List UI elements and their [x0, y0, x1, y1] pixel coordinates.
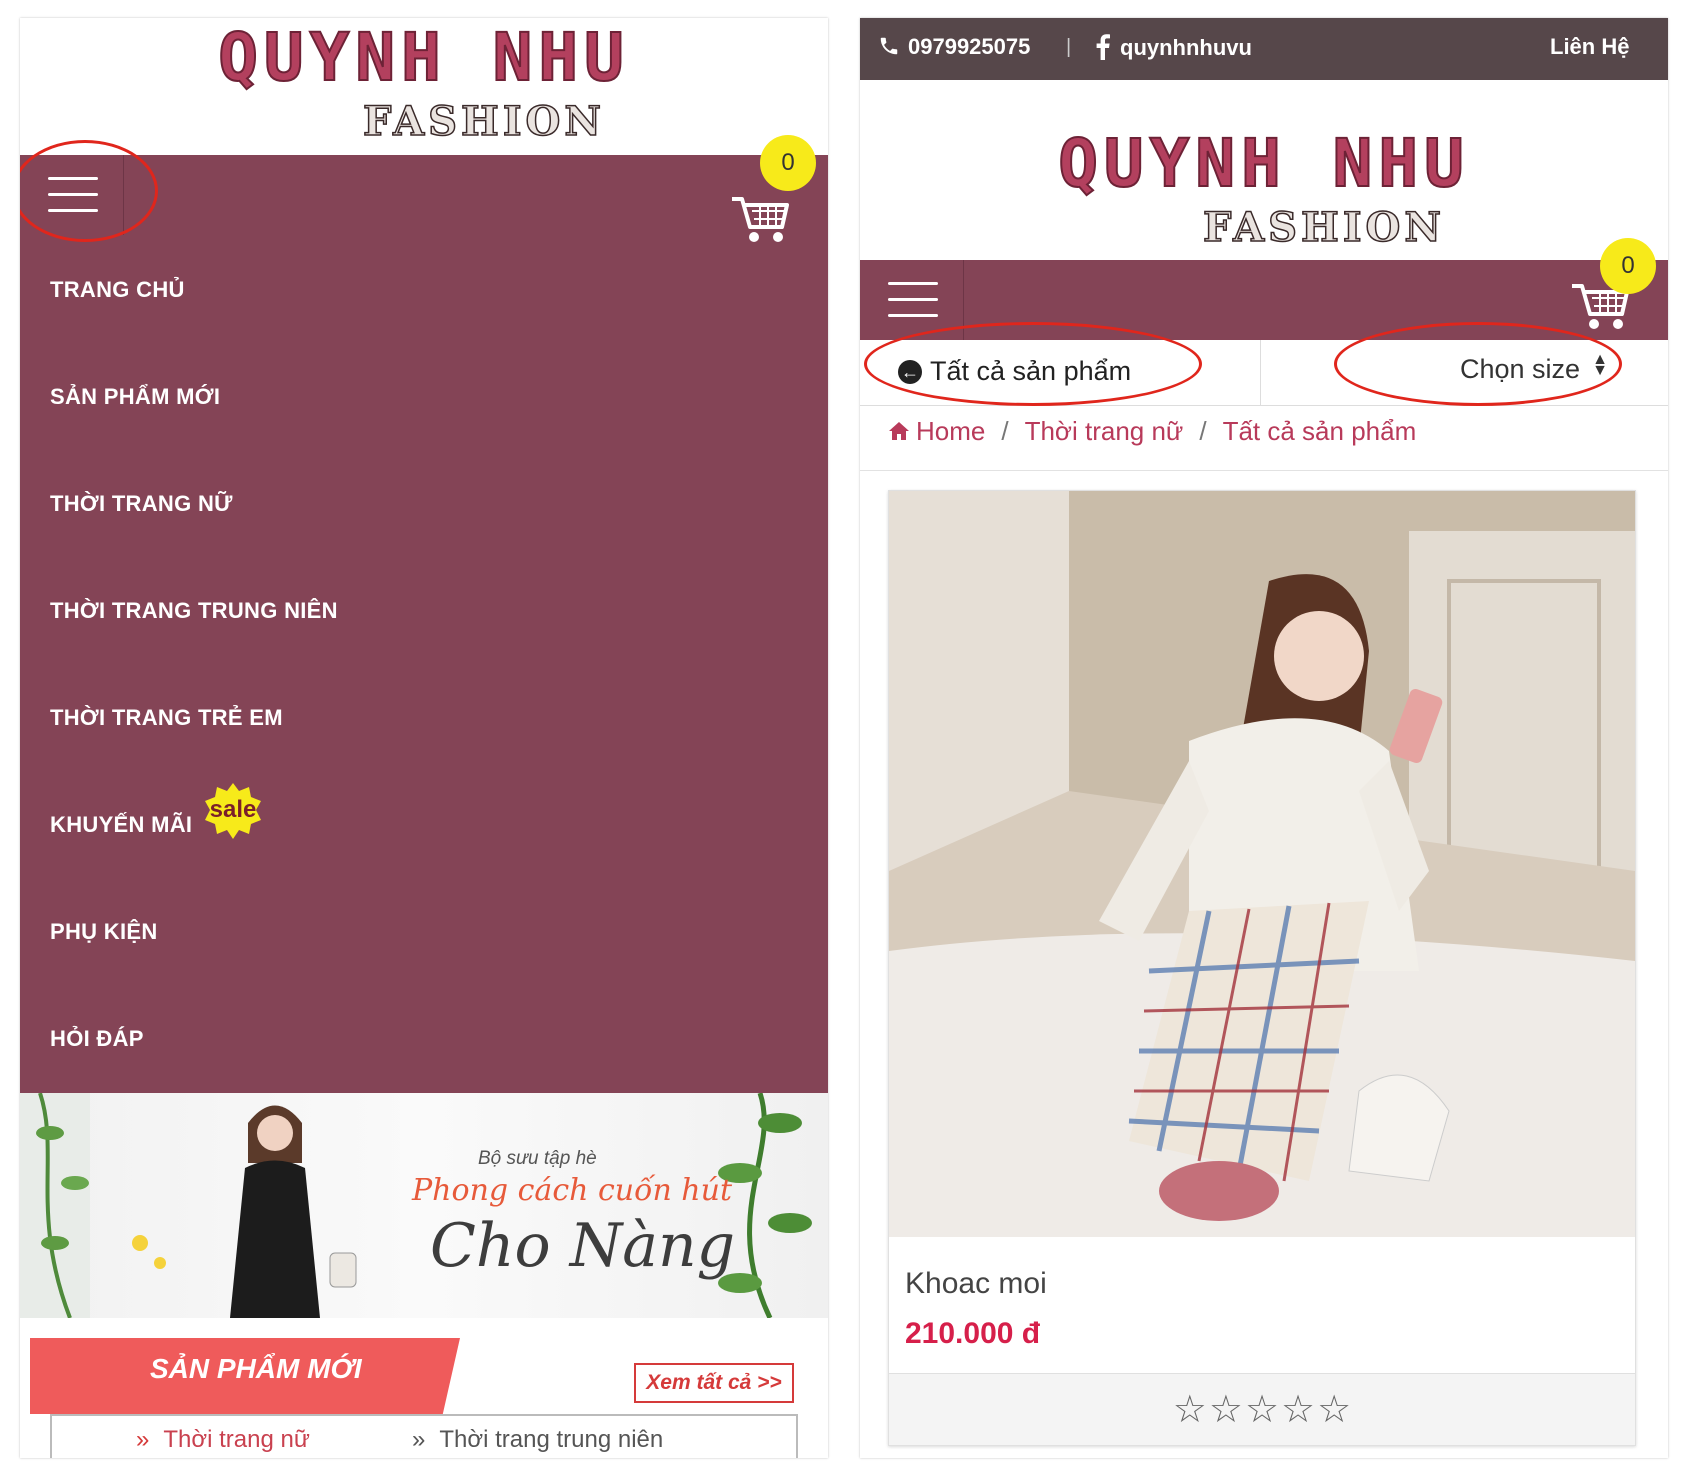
breadcrumb-separator: /: [1199, 416, 1207, 446]
menu-item-kids-fashion[interactable]: THỜI TRANG TRẺ EM: [50, 705, 283, 731]
double-chevron-icon: »: [136, 1426, 150, 1453]
breadcrumb-current[interactable]: Tất cả sản phẩm: [1223, 416, 1417, 446]
section-title: SẢN PHẨM MỚI: [150, 1353, 362, 1384]
cart-count-badge: 0: [1600, 238, 1656, 294]
sale-badge: sale: [204, 782, 262, 840]
star-outline-icon[interactable]: ☆: [1173, 1374, 1207, 1446]
main-navbar: [860, 260, 1668, 340]
left-screen: QUYNH NHU FASHION 0 TRANG CHỦ SẢN PHẨM M…: [20, 18, 828, 1458]
subtab-women-fashion[interactable]: » Thời trang nữ: [136, 1426, 310, 1454]
top-contact-bar: 0979925075 | quynhnhuvu Liên Hệ: [860, 18, 1668, 80]
all-products-back-link[interactable]: ← Tất cả sản phẩm: [898, 356, 1131, 387]
product-filter-bar: ← Tất cả sản phẩm Chọn size ▲ ▼: [860, 340, 1668, 406]
breadcrumb-category[interactable]: Thời trang nữ: [1025, 416, 1184, 446]
size-select[interactable]: Chọn size ▲ ▼: [1460, 351, 1608, 385]
menu-item-women-fashion[interactable]: THỜI TRANG NỮ: [50, 491, 233, 517]
product-price: 210.000 đ: [905, 1317, 1041, 1350]
view-all-button[interactable]: Xem tất cả >>: [634, 1363, 794, 1403]
facebook-link[interactable]: quynhnhuvu: [1096, 34, 1252, 61]
banner-kicker: Bộ sưu tập hè: [478, 1148, 597, 1169]
site-logo[interactable]: QUYNH NHU FASHION: [20, 19, 828, 148]
star-outline-icon[interactable]: ☆: [1281, 1374, 1315, 1446]
phone-icon: [880, 37, 898, 55]
site-logo[interactable]: QUYNH NHU FASHION: [860, 125, 1668, 254]
menu-item-home[interactable]: TRANG CHỦ: [50, 277, 185, 303]
banner-script-title: Cho Nàng: [430, 1211, 736, 1281]
logo-subtitle: FASHION: [362, 97, 605, 146]
logo-wordmark: QUYNH NHU: [1057, 125, 1470, 203]
category-subtabs: » Thời trang nữ » Thời trang trung niên: [50, 1414, 798, 1458]
menu-item-middle-aged-fashion[interactable]: THỜI TRANG TRUNG NIÊN: [50, 598, 338, 624]
breadcrumb-separator: /: [1001, 416, 1009, 446]
hamburger-menu-button[interactable]: [20, 155, 124, 235]
product-photo-illustration: [889, 491, 1635, 1237]
home-icon: [889, 422, 909, 440]
star-outline-icon[interactable]: ☆: [1209, 1374, 1243, 1446]
breadcrumb-home[interactable]: Home: [888, 416, 985, 446]
logo-wordmark: QUYNH NHU: [217, 19, 630, 97]
product-name[interactable]: Khoac moi: [905, 1267, 1047, 1301]
sort-caret-icon: ▲ ▼: [1592, 351, 1608, 379]
double-chevron-icon: »: [412, 1426, 426, 1453]
breadcrumb: Home / Thời trang nữ / Tất cả sản phẩm: [888, 416, 1416, 447]
logo-subtitle: FASHION: [1202, 203, 1445, 252]
hamburger-menu-button[interactable]: [860, 260, 964, 340]
right-screen: 0979925075 | quynhnhuvu Liên Hệ QUYNH NH…: [860, 18, 1668, 1458]
star-outline-icon[interactable]: ☆: [1317, 1374, 1351, 1446]
menu-item-faq[interactable]: HỎI ĐÁP: [50, 1026, 144, 1052]
cart-button[interactable]: [730, 193, 794, 249]
filter-divider: [1260, 340, 1261, 406]
mobile-nav-menu: 0 TRANG CHỦ SẢN PHẨM MỚI THỜI TRANG NỮ T…: [20, 135, 828, 1093]
menu-item-accessories[interactable]: PHỤ KIỆN: [50, 919, 158, 945]
arrow-circle-left-icon: ←: [898, 360, 922, 384]
topbar-separator: |: [1066, 36, 1072, 58]
product-image[interactable]: [889, 491, 1635, 1237]
rating-stars: ☆☆☆☆☆: [889, 1373, 1635, 1445]
banner-headline: Phong cách cuốn hút: [412, 1173, 733, 1208]
cart-count-badge: 0: [760, 135, 816, 191]
subtab-middle-aged-fashion[interactable]: » Thời trang trung niên: [412, 1426, 663, 1454]
facebook-icon: [1096, 34, 1110, 60]
content-divider: [860, 470, 1668, 471]
menu-item-new-products[interactable]: SẢN PHẨM MỚI: [50, 384, 220, 410]
promo-banner[interactable]: Bộ sưu tập hè Phong cách cuốn hút Cho Nà…: [20, 1093, 828, 1318]
cart-icon: [732, 197, 789, 242]
product-card[interactable]: Khoac moi 210.000 đ ☆☆☆☆☆: [888, 490, 1636, 1446]
star-outline-icon[interactable]: ☆: [1245, 1374, 1279, 1446]
contact-link[interactable]: Liên Hệ: [1550, 34, 1629, 60]
phone-link[interactable]: 0979925075: [878, 34, 1030, 60]
menu-item-promotions[interactable]: KHUYẾN MÃI: [50, 812, 192, 838]
